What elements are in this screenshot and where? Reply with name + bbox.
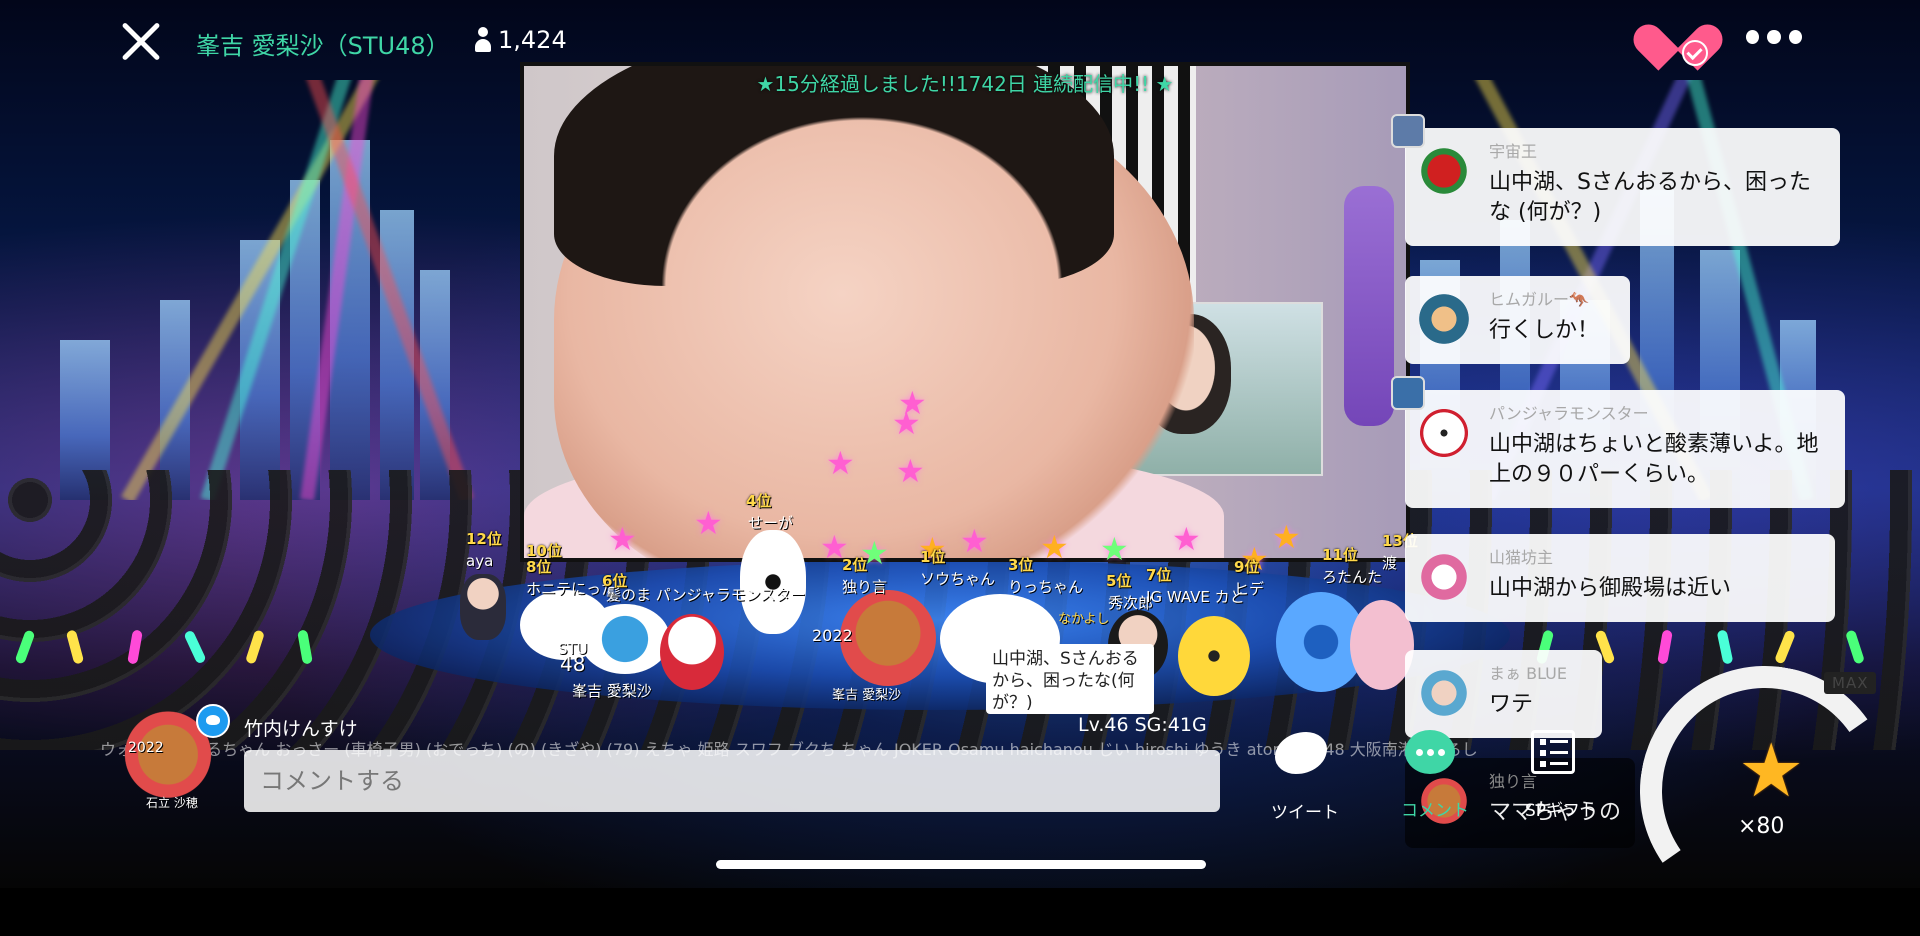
comment-author: 山猫坊主: [1489, 548, 1554, 567]
rank-name: 渡: [1382, 554, 1398, 572]
rank-name: 独り言: [842, 578, 888, 596]
comment-button[interactable]: コメント: [1380, 724, 1490, 821]
avatar: [740, 530, 806, 634]
badge-icon: [1391, 114, 1425, 148]
tweet-button[interactable]: ツイート: [1250, 724, 1360, 823]
comment-text: ワテ: [1489, 692, 1534, 717]
comment-text: 山中湖はちょいと酸素薄いよ。地上の９０パーくらい。: [1489, 432, 1819, 487]
stage-label-naka: なかよし: [1058, 612, 1110, 627]
rank-name: せーが: [748, 514, 794, 532]
rank-label: 2位: [842, 556, 868, 574]
comment-input[interactable]: [244, 750, 1220, 812]
viewer-count-value: 1,424: [498, 26, 567, 54]
home-indicator[interactable]: [716, 860, 1206, 869]
meter-max-label: MAX: [1824, 672, 1877, 694]
star-icon: ★: [826, 444, 855, 482]
star-icon: ★: [1100, 530, 1129, 568]
star-icon: ★: [1272, 518, 1301, 556]
avatar: [1415, 142, 1473, 200]
rank-name: IG WAVE カと: [1146, 588, 1245, 606]
twitter-badge-icon: [196, 704, 230, 738]
gift-list-icon: [1531, 730, 1575, 774]
rank-label: 1位: [920, 548, 946, 566]
more-icon[interactable]: [1746, 30, 1802, 46]
comment-text: 山中湖から御殿場は近い: [1489, 576, 1732, 601]
rank-label: 3位: [1008, 556, 1034, 574]
rank-label: 12位: [466, 530, 502, 548]
star-gift-icon[interactable]: ★: [1738, 734, 1804, 808]
comment-item: 山猫坊主 山中湖から御殿場は近い: [1405, 534, 1835, 622]
sp-gift-label: SPギフト: [1524, 801, 1598, 821]
avatar: [1415, 664, 1473, 722]
ukulele: [1344, 186, 1394, 426]
avatar: [1415, 404, 1473, 462]
viewer-count: 1,424: [474, 26, 567, 54]
year-badge: 2022: [812, 626, 853, 645]
rank-label: 5位: [1106, 572, 1132, 590]
avatar: [1415, 548, 1473, 606]
sp-gift-button[interactable]: SPギフト: [1506, 724, 1616, 821]
star-icon: ★: [960, 522, 989, 560]
live-video[interactable]: [520, 62, 1410, 562]
rank-label: 9位: [1234, 558, 1260, 576]
avatar: [1178, 616, 1250, 696]
rank-name: aya: [466, 552, 494, 570]
rank-name: 髪のま パンジャラモンスター: [606, 586, 806, 604]
rank-name: ソウちゃん: [920, 570, 996, 588]
rank-label: 11位: [1322, 546, 1358, 564]
comment-author: 宇宙王: [1489, 142, 1538, 161]
comment-text: 山中湖、Sさんおるから、困ったな (何が？): [1489, 170, 1811, 225]
heart-check-icon[interactable]: [1627, 12, 1729, 71]
tweet-label: ツイート: [1271, 803, 1339, 823]
star-icon: ★: [1040, 528, 1069, 566]
star-icon: ★: [1172, 520, 1201, 558]
avatar: [840, 590, 936, 686]
avatar: [660, 614, 724, 690]
poster-name: 竹内けんすけ: [244, 718, 358, 740]
stage-label-stu-num: 48: [560, 652, 586, 676]
avatar-plate: 石立 沙穂: [146, 796, 198, 810]
star-icon: ★: [896, 452, 925, 490]
comment-author: ヒムガルー🦘: [1489, 290, 1589, 309]
comment-icon: [1405, 730, 1455, 774]
avatar: [580, 604, 670, 674]
name-plate: 峯吉 愛梨沙: [832, 688, 902, 703]
speech-bubble: 山中湖、Sさんおるから、困ったな(何が？): [986, 644, 1154, 714]
name-plate: 峯吉 愛梨沙: [572, 682, 652, 700]
rank-name: りっちゃん: [1008, 578, 1084, 596]
rank-label: 4位: [746, 492, 772, 510]
twitter-icon: [1275, 732, 1327, 774]
avatar: [1415, 290, 1473, 348]
star-icon: ★: [892, 404, 921, 442]
bear-badge-icon: [1391, 376, 1425, 410]
rank-name: ヒデ: [1234, 580, 1265, 598]
announcement-banner: ★15分経過しました!!1742日 連続配信中!! ★: [756, 72, 1174, 96]
comment-author: パンジャラモンスター: [1489, 404, 1649, 423]
comment-item: 宇宙王 山中湖、Sさんおるから、困ったな (何が？): [1391, 114, 1840, 246]
comment-item: ヒムガルー🦘 行くしか！: [1405, 276, 1630, 364]
comment-label: コメント: [1401, 801, 1469, 821]
avatar-year: 2022: [128, 740, 164, 756]
room-title: 峯吉 愛梨沙（STU48）: [196, 32, 450, 60]
level-indicator: Lv.46 SG:41G: [1078, 714, 1207, 736]
star-count: ×80: [1738, 814, 1785, 839]
avatar: [460, 574, 506, 640]
rank-label: 7位: [1146, 566, 1172, 584]
rank-label: 8位: [526, 558, 552, 576]
comment-author: まぁ BLUE: [1489, 664, 1568, 683]
comment-item: パンジャラモンスター 山中湖はちょいと酸素薄いよ。地上の９０パーくらい。: [1391, 376, 1845, 508]
star-icon: ★: [608, 520, 637, 558]
comment-text: 行くしか！: [1489, 318, 1600, 343]
rank-name: ろたんた: [1322, 568, 1383, 586]
close-icon[interactable]: [118, 18, 164, 64]
person-icon: [474, 27, 492, 53]
star-icon: ★: [694, 504, 723, 542]
